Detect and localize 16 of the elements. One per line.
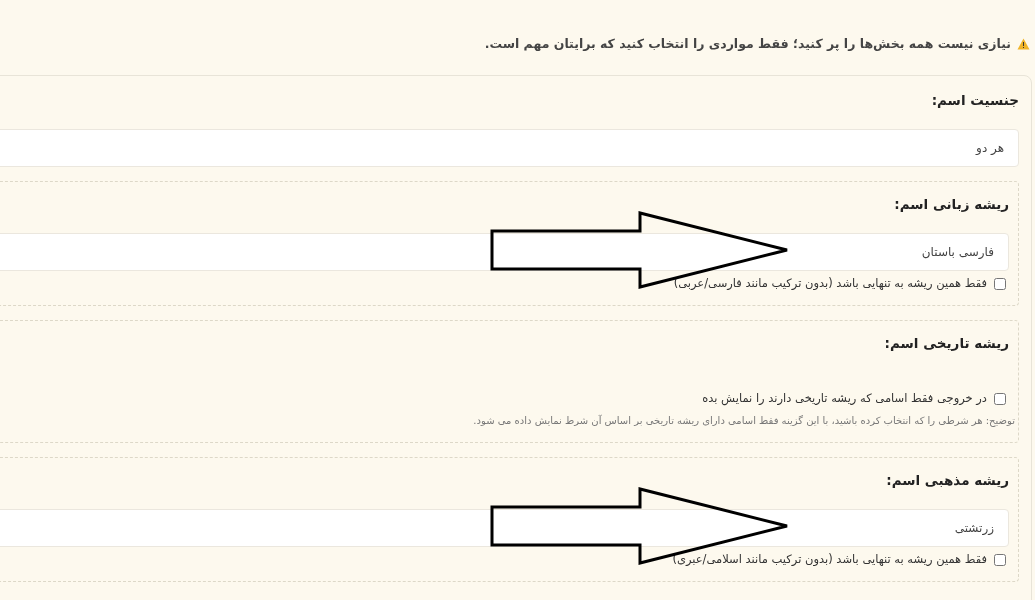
section-label: ریشه زبانی اسم: (893, 195, 1009, 214)
checkbox-label: فقط همین ریشه به تنهایی باشد (بدون ترکیب مانند اسلامی/عبری) (672, 551, 987, 569)
checkbox[interactable] (994, 278, 1006, 290)
text-field[interactable]: فارسی باستان (0, 233, 1009, 271)
hint-text: توضیح: هر شرطی را که انتخاب کرده باشید، با این گزینه فقط اسامی دارای ریشه تاریخی بر اساس آن شرط نمایش داده می شود. (472, 413, 1015, 428)
checkbox[interactable] (994, 393, 1006, 405)
checkbox[interactable] (994, 554, 1006, 566)
warning-icon (1017, 38, 1030, 50)
checkbox-label: در خروجی فقط اسامی که ریشه تاریخی دارند را نمایش بده (702, 390, 987, 408)
notice-text: نیازی نیست همه بخش‌ها را پر کنید؛ فقط مواردی را انتخاب کنید که برایتان مهم است. (484, 34, 1011, 53)
section-label: ریشه مذهبی اسم: (885, 471, 1009, 490)
text-field[interactable]: زرتشتی (0, 509, 1009, 547)
text-field[interactable]: هر دو (0, 129, 1019, 167)
section-label: ریشه تاریخی اسم: (883, 334, 1009, 353)
checkbox-label: فقط همین ریشه به تنهایی باشد (بدون ترکیب مانند فارسی/عربی) (673, 275, 987, 293)
section-label: جنسیت اسم: (930, 91, 1019, 110)
